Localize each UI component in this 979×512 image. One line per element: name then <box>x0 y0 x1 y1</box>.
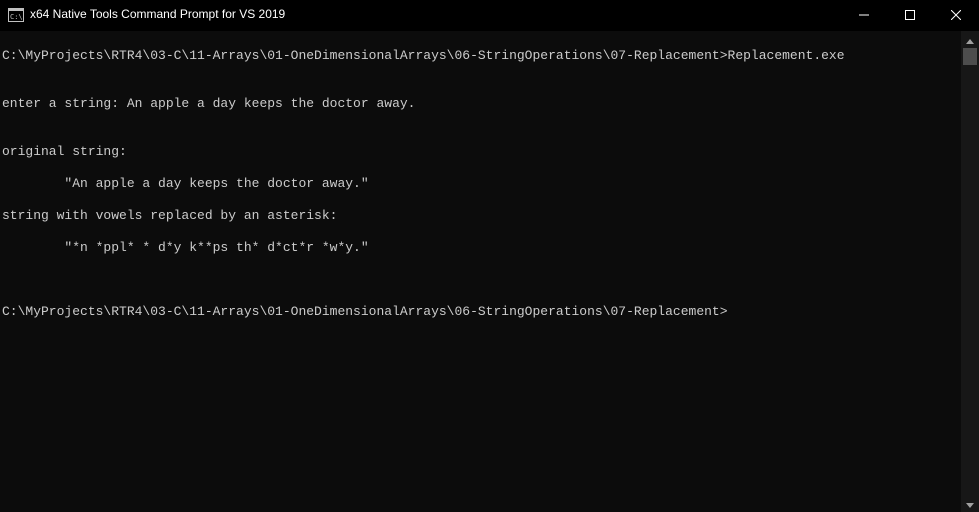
console-line-prompt: C:\MyProjects\RTR4\03-C\11-Arrays\01-One… <box>2 304 728 319</box>
console-line-replaced-label: string with vowels replaced by an asteri… <box>2 208 338 223</box>
chevron-down-icon <box>966 495 974 512</box>
scroll-up-button[interactable] <box>961 31 979 48</box>
chevron-up-icon <box>966 31 974 49</box>
maximize-icon <box>905 7 915 25</box>
scrollbar-thumb[interactable] <box>963 48 977 65</box>
console-line-input: enter a string: An apple a day keeps the… <box>2 96 416 111</box>
console-line-command: C:\MyProjects\RTR4\03-C\11-Arrays\01-One… <box>2 48 845 63</box>
cmd-icon: C:\ <box>8 8 24 22</box>
close-icon <box>950 7 962 25</box>
close-button[interactable] <box>933 0 979 31</box>
scroll-down-button[interactable] <box>961 495 979 512</box>
title-bar[interactable]: C:\ x64 Native Tools Command Prompt for … <box>0 0 979 31</box>
window-title: x64 Native Tools Command Prompt for VS 2… <box>30 7 286 21</box>
minimize-icon <box>859 7 869 25</box>
console-line-original-value: "An apple a day keeps the doctor away." <box>2 176 369 191</box>
vertical-scrollbar[interactable] <box>961 31 979 512</box>
console-line-original-label: original string: <box>2 144 127 159</box>
maximize-button[interactable] <box>887 0 933 31</box>
minimize-button[interactable] <box>841 0 887 31</box>
svg-text:C:\: C:\ <box>10 13 23 21</box>
console-output[interactable]: C:\MyProjects\RTR4\03-C\11-Arrays\01-One… <box>0 31 961 512</box>
console-line-replaced-value: "*n *ppl* * d*y k**ps th* d*ct*r *w*y." <box>2 240 369 255</box>
command-prompt-window: C:\ x64 Native Tools Command Prompt for … <box>0 0 979 512</box>
